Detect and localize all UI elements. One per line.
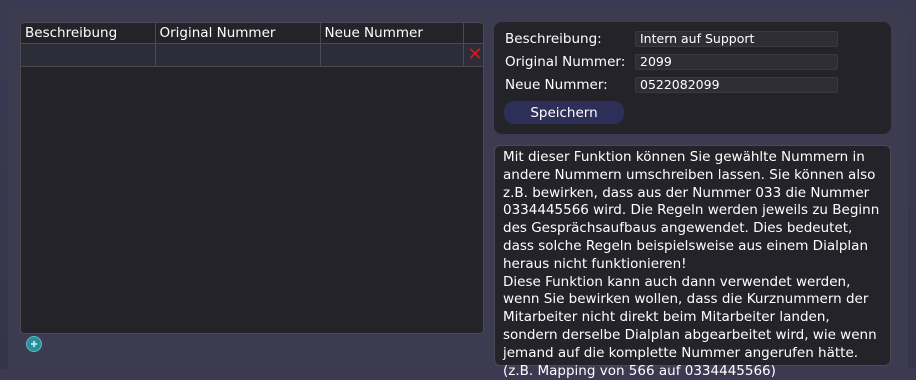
- mapping-table-panel: Beschreibung Original Nummer Neue Nummer…: [20, 22, 484, 334]
- table-row[interactable]: ✕: [21, 43, 483, 67]
- column-header-beschreibung[interactable]: Beschreibung: [21, 23, 156, 44]
- column-header-neue-nummer[interactable]: Neue Nummer: [320, 23, 464, 44]
- cell-original-nummer[interactable]: [155, 43, 321, 67]
- close-icon[interactable]: ✕: [468, 44, 483, 66]
- table-header-row: Beschreibung Original Nummer Neue Nummer: [21, 23, 483, 44]
- cell-beschreibung[interactable]: [21, 43, 156, 67]
- cell-neue-nummer[interactable]: [320, 43, 464, 67]
- plus-circle-icon[interactable]: [26, 336, 42, 352]
- edit-form-panel: Beschreibung: Original Nummer: Neue Numm…: [494, 22, 891, 134]
- neue-nummer-input[interactable]: [635, 77, 838, 93]
- beschreibung-label: Beschreibung:: [505, 31, 602, 47]
- beschreibung-input[interactable]: [635, 31, 838, 47]
- original-nummer-input[interactable]: [635, 54, 838, 70]
- save-button[interactable]: Speichern: [504, 101, 624, 124]
- neue-nummer-label: Neue Nummer:: [505, 77, 608, 93]
- mapping-table: Beschreibung Original Nummer Neue Nummer…: [21, 23, 483, 67]
- original-nummer-label: Original Nummer:: [505, 54, 626, 70]
- cell-actions: ✕: [463, 43, 483, 67]
- column-header-actions: [463, 23, 483, 44]
- help-text: Mit dieser Funktion können Sie gewählte …: [494, 145, 891, 379]
- column-header-original-nummer[interactable]: Original Nummer: [155, 23, 321, 44]
